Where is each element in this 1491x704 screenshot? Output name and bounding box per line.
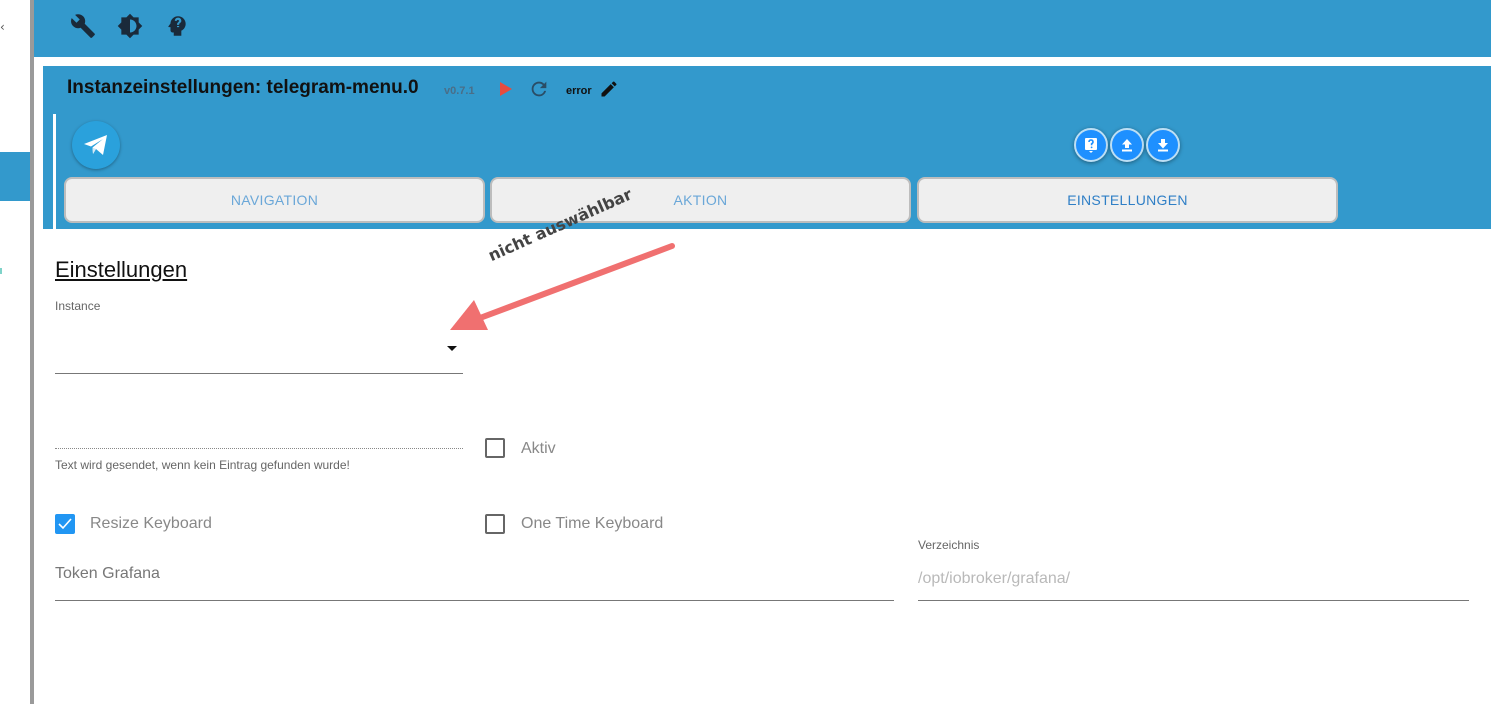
help-icon [1085,138,1097,153]
left-sidebar: ‹ [0,0,34,704]
checkmark-icon [58,518,72,530]
status-label: error [566,85,592,97]
one-time-keyboard-label[interactable]: One Time Keyboard [521,515,663,533]
version-label: v0.7.1 [444,85,475,97]
sidebar-collapse-icon[interactable]: ‹ [0,20,5,34]
wrench-icon[interactable] [70,13,96,39]
directory-label: Verzeichnis [918,538,980,552]
one-time-keyboard-checkbox[interactable] [485,514,505,534]
page-title: Instanzeinstellungen: telegram-menu.0 [67,77,419,98]
sidebar-scrollbar[interactable] [30,0,34,704]
section-heading: Einstellungen [55,257,188,282]
instance-settings-header: Instanzeinstellungen: telegram-menu.0 v0… [43,66,1491,229]
top-toolbar [34,0,1491,57]
reload-icon[interactable] [528,78,550,100]
directory-placeholder: /opt/iobroker/grafana/ [918,570,1071,587]
brightness-icon[interactable] [117,13,143,39]
annotation-arrow [450,243,675,330]
telegram-logo-icon [72,121,120,169]
tab-navigation[interactable]: NAVIGATION [64,177,485,223]
sidebar-item-active[interactable] [0,152,30,201]
upload-icon [1122,139,1132,152]
token-grafana-input[interactable]: Token Grafana [55,555,894,601]
instance-select[interactable] [55,324,463,374]
download-icon [1158,139,1168,152]
help-button[interactable] [1074,128,1108,162]
fallback-text-input[interactable] [55,415,463,449]
fallback-text-helper: Text wird gesendet, wenn kein Eintrag ge… [55,458,350,472]
edit-icon[interactable] [599,79,619,99]
sidebar-indicator [0,268,2,274]
directory-input[interactable]: /opt/iobroker/grafana/ [918,555,1469,601]
resize-keyboard-label[interactable]: Resize Keyboard [90,515,212,533]
tab-einstellungen[interactable]: EINSTELLUNGEN [917,177,1338,223]
play-icon[interactable] [499,81,513,97]
download-button[interactable] [1146,128,1180,162]
expert-mode-icon[interactable] [164,13,190,39]
upload-button[interactable] [1110,128,1144,162]
token-grafana-placeholder: Token Grafana [55,565,160,582]
aktiv-checkbox[interactable] [485,438,505,458]
panel-edge [53,114,56,229]
instance-label: Instance [55,299,101,313]
dropdown-arrow-icon[interactable] [447,346,457,351]
resize-keyboard-checkbox[interactable] [55,514,75,534]
aktiv-label[interactable]: Aktiv [521,440,556,458]
